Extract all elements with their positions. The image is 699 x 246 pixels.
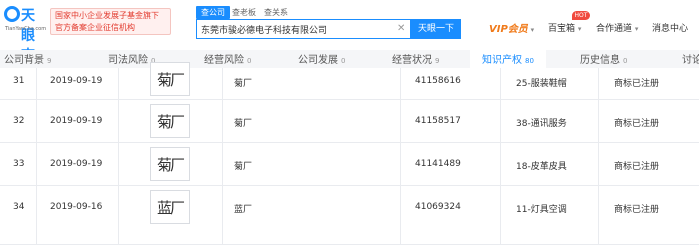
trademark-image-text: 蓝厂 xyxy=(156,199,185,217)
trademark-image[interactable]: 菊厂 xyxy=(150,62,190,96)
tab-count: 0 xyxy=(341,57,346,65)
chevron-down-icon: ▾ xyxy=(530,26,535,34)
row-index: 33 xyxy=(13,159,25,169)
column-divider xyxy=(598,100,599,142)
application-date: 2019-09-19 xyxy=(50,76,103,86)
trademark-status: 商标已注册 xyxy=(614,162,660,172)
tab-label: 公司发展 xyxy=(298,55,338,66)
message-center-link[interactable]: 消息中心 xyxy=(652,21,688,34)
column-divider xyxy=(598,186,599,244)
registration-number: 41141489 xyxy=(415,159,461,169)
column-divider xyxy=(598,143,599,185)
trademark-image-text: 菊厂 xyxy=(156,71,185,89)
trademark-name[interactable]: 菊厂 xyxy=(234,76,252,89)
row-index: 31 xyxy=(13,76,25,86)
search-tab-relation[interactable]: 查关系 xyxy=(264,6,288,19)
row-index: 32 xyxy=(13,116,25,126)
column-divider xyxy=(500,143,501,185)
cooperation-link[interactable]: 合作通道 ▾ xyxy=(596,21,638,34)
column-divider xyxy=(36,186,37,244)
trademark-image-text: 菊厂 xyxy=(156,113,185,131)
registration-number: 41069324 xyxy=(415,202,461,212)
tab-label: 知识产权 xyxy=(482,55,522,66)
tab-label: 经营状况 xyxy=(392,55,432,66)
trademark-image-text: 菊厂 xyxy=(156,156,185,174)
column-divider xyxy=(400,68,401,99)
column-divider xyxy=(118,186,119,244)
search-button[interactable]: 天眼一下 xyxy=(411,19,461,39)
column-divider xyxy=(400,143,401,185)
registration-number: 41158517 xyxy=(415,116,461,126)
tab-count: 9 xyxy=(47,57,52,65)
column-divider xyxy=(36,68,37,99)
search-tab-boss[interactable]: 查老板 xyxy=(232,6,256,19)
chevron-down-icon: ▾ xyxy=(577,25,582,33)
application-date: 2019-09-19 xyxy=(50,116,103,126)
trademark-name[interactable]: 菊厂 xyxy=(234,159,252,172)
tab-count: 0 xyxy=(247,57,252,65)
column-divider xyxy=(118,143,119,185)
badge-line-1: 国家中小企业发展子基金旗下 xyxy=(55,11,159,20)
trademark-name[interactable]: 菊厂 xyxy=(234,116,252,129)
search-input-value: 东莞市骏必德电子科技有限公司 xyxy=(201,26,328,36)
search-tab-company[interactable]: 查公司 xyxy=(196,6,230,19)
column-divider xyxy=(222,100,223,142)
tab-label: 司法风险 xyxy=(108,55,148,66)
international-class: 11-灯具空调 xyxy=(516,205,567,215)
chevron-down-icon: ▾ xyxy=(634,25,639,33)
eye-logo-icon xyxy=(4,6,20,22)
badge-line-2: 官方备案企业征信机构 xyxy=(55,23,135,32)
certification-badge: 国家中小企业发展子基金旗下 官方备案企业征信机构 xyxy=(50,8,171,35)
column-divider xyxy=(500,186,501,244)
table-row: 32 2019-09-19 菊厂 菊厂 41158517 38-通讯服务 商标已… xyxy=(0,100,699,143)
cooperation-label: 合作通道 xyxy=(596,24,633,34)
trademark-image[interactable]: 菊厂 xyxy=(150,147,190,181)
trademark-status: 商标已注册 xyxy=(614,205,660,215)
table-row: 34 2019-09-16 蓝厂 蓝厂 41069324 11-灯具空调 商标已… xyxy=(0,186,699,245)
application-date: 2019-09-16 xyxy=(50,202,103,212)
tab-count: 80 xyxy=(525,57,534,65)
column-divider xyxy=(598,68,599,99)
vip-link[interactable]: VIP会员 ▾ xyxy=(489,20,534,35)
top-header: 天眼查 TianYanCha.com 国家中小企业发展子基金旗下 官方备案企业征… xyxy=(0,0,699,64)
registration-number: 41158616 xyxy=(415,76,461,86)
toolbox-link[interactable]: 百宝箱 ▾ xyxy=(548,21,581,34)
tab-count: 9 xyxy=(435,57,440,65)
row-index: 34 xyxy=(13,202,25,212)
column-divider xyxy=(118,68,119,99)
clear-icon[interactable]: ✕ xyxy=(397,23,405,35)
tab-label: 历史信息 xyxy=(580,55,620,66)
international-class: 38-通讯服务 xyxy=(516,119,567,129)
column-divider xyxy=(222,68,223,99)
toolbox-label: 百宝箱 xyxy=(548,24,576,34)
hot-badge: HOT xyxy=(572,11,590,20)
tab-label: 经营风险 xyxy=(204,55,244,66)
logo[interactable]: 天眼查 TianYanCha.com xyxy=(4,6,47,64)
column-divider xyxy=(118,100,119,142)
application-date: 2019-09-19 xyxy=(50,159,103,169)
column-divider xyxy=(36,143,37,185)
vip-label: VIP会员 xyxy=(489,24,528,35)
trademark-image[interactable]: 蓝厂 xyxy=(150,190,190,224)
tab-count: 0 xyxy=(623,57,628,65)
column-divider xyxy=(400,100,401,142)
trademark-status: 商标已注册 xyxy=(614,119,660,129)
logo-domain: TianYanCha.com xyxy=(5,26,47,32)
table-row: 33 2019-09-19 菊厂 菊厂 41141489 18-皮革皮具 商标已… xyxy=(0,143,699,186)
trademark-name[interactable]: 蓝厂 xyxy=(234,202,252,215)
column-divider xyxy=(500,68,501,99)
international-class: 18-皮革皮具 xyxy=(516,162,567,172)
table-row: 31 2019-09-19 菊厂 菊厂 41158616 25-服装鞋帽 商标已… xyxy=(0,62,699,100)
column-divider xyxy=(222,186,223,244)
search-input[interactable]: 东莞市骏必德电子科技有限公司 ✕ xyxy=(196,19,411,39)
tab-label: 公司背景 xyxy=(4,55,44,66)
trademark-status: 商标已注册 xyxy=(614,79,660,89)
column-divider xyxy=(222,143,223,185)
column-divider xyxy=(400,186,401,244)
international-class: 25-服装鞋帽 xyxy=(516,79,567,89)
column-divider xyxy=(500,100,501,142)
column-divider xyxy=(36,100,37,142)
trademark-image[interactable]: 菊厂 xyxy=(150,104,190,138)
tab-label: 讨论 xyxy=(682,55,699,66)
